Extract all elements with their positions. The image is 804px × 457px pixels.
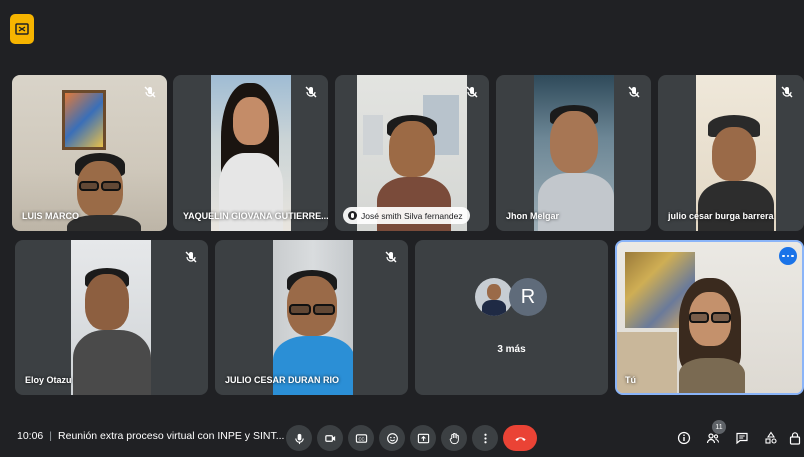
more-avatars: R <box>475 278 547 316</box>
participant-video <box>211 75 291 231</box>
person <box>73 268 151 395</box>
captions-button[interactable]: CC <box>348 425 374 451</box>
more-options-button[interactable] <box>779 247 797 265</box>
leave-call-button[interactable] <box>503 425 537 451</box>
meeting-title: Reunión extra proceso virtual con INPE y… <box>58 430 285 442</box>
present-button[interactable] <box>410 425 436 451</box>
reactions-button[interactable] <box>379 425 405 451</box>
participant-name: José smith Silva fernandez <box>361 210 463 221</box>
participant-count-badge: 11 <box>712 420 726 434</box>
participant-tile[interactable]: LUIS MARCO <box>12 75 167 231</box>
person <box>679 278 745 393</box>
participant-name: julio cesar burga barrera <box>668 211 774 221</box>
camera-button[interactable] <box>317 425 343 451</box>
more-participants-label: 3 más <box>497 344 526 355</box>
participant-video <box>273 240 353 395</box>
chat-icon <box>736 432 748 445</box>
camera-icon <box>324 434 335 442</box>
meeting-details-button[interactable] <box>676 430 692 446</box>
participant-name: Eloy Otazu <box>25 375 72 385</box>
self-name: Tú <box>625 375 636 385</box>
wall-painting <box>62 90 106 150</box>
participant-tile[interactable]: José smith Silva fernandez <box>335 75 489 231</box>
avatar-letter: R <box>509 278 547 316</box>
mic-off-icon <box>384 250 398 264</box>
presentation-badge-icon[interactable] <box>10 14 34 44</box>
participant-tile[interactable]: julio cesar burga barrera <box>658 75 804 231</box>
raise-hand-button[interactable] <box>441 425 467 451</box>
hang-up-icon <box>514 436 526 441</box>
participant-video <box>534 75 614 231</box>
person <box>213 83 289 231</box>
info-icon <box>677 431 691 445</box>
mic-off-icon <box>627 85 641 99</box>
avatar <box>475 278 513 316</box>
mic-off-icon <box>184 250 198 264</box>
participant-name: YAQUELIN GIOVANA GUTIERRE... <box>183 211 328 221</box>
captions-icon: CC <box>355 433 367 443</box>
participant-tile[interactable]: YAQUELIN GIOVANA GUTIERRE... <box>173 75 328 231</box>
separator: | <box>49 430 53 442</box>
speaking-name-pill: José smith Silva fernandez <box>343 207 470 224</box>
emoji-icon <box>386 432 398 444</box>
participant-video <box>696 75 776 231</box>
hand-icon <box>449 432 459 444</box>
activities-button[interactable] <box>763 430 779 446</box>
mic-off-icon <box>780 85 794 99</box>
participant-name: JULIO CESAR DURAN RIO <box>225 375 340 385</box>
host-controls-button[interactable] <box>787 430 803 446</box>
participant-name: Jhon Melgar <box>506 211 560 221</box>
chat-button[interactable] <box>734 430 750 446</box>
meeting-info: 10:06 | Reunión extra proceso virtual con … <box>17 430 284 442</box>
more-options-button[interactable] <box>472 425 498 451</box>
participant-video <box>71 240 151 395</box>
self-tile[interactable]: Tú <box>615 240 804 395</box>
speaking-icon <box>348 211 357 220</box>
participant-tile[interactable]: Jhon Melgar <box>496 75 651 231</box>
mic-off-icon <box>465 85 479 99</box>
participant-tile[interactable]: JULIO CESAR DURAN RIO <box>215 240 408 395</box>
meeting-time: 10:06 <box>17 430 44 442</box>
svg-text:CC: CC <box>358 436 364 441</box>
participant-name: LUIS MARCO <box>22 211 79 221</box>
present-icon <box>417 433 429 443</box>
more-participants-tile[interactable]: R 3 más <box>415 240 608 395</box>
self-video <box>617 242 802 393</box>
bottom-bar: 10:06 | Reunión extra proceso virtual con … <box>0 420 804 457</box>
mic-off-icon <box>304 85 318 99</box>
participant-tile[interactable]: Eloy Otazu <box>15 240 208 395</box>
person <box>67 153 147 231</box>
lock-icon <box>789 432 801 445</box>
more-vert-icon <box>483 433 487 443</box>
mic-off-icon <box>143 85 157 99</box>
shapes-icon <box>765 431 777 444</box>
mic-icon <box>294 433 304 444</box>
cabinet <box>363 115 383 155</box>
mic-button[interactable] <box>286 425 312 451</box>
